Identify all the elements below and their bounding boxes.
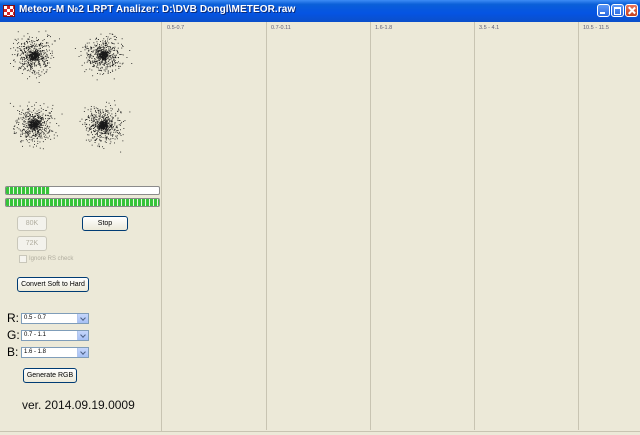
g-channel-value: 0.7 - 1.1 (24, 331, 47, 338)
r-channel-select[interactable]: 0.5 - 0.7 (21, 312, 89, 324)
chevron-down-icon[interactable] (77, 330, 88, 340)
close-icon[interactable] (625, 4, 638, 17)
ignore-rs-checkbox[interactable] (19, 255, 27, 263)
b-channel-value: 1.6 - 1.8 (24, 348, 47, 355)
b-label: B: (7, 345, 19, 359)
channel-panels: 0.5-0.7 0.7-0.11 1.6-1.8 3.5 - 4.1 10.5 … (161, 22, 640, 432)
channel-panel-2[interactable]: 0.7-0.11 (266, 22, 371, 430)
constellation-plot-3 (4, 95, 64, 155)
constellation-plot-2 (73, 25, 133, 85)
channel-header: 0.7-0.11 (271, 25, 291, 31)
convert-soft-to-hard-button[interactable]: Convert Soft to Hard (17, 277, 89, 292)
rate-80k-button[interactable]: 80K (17, 216, 47, 231)
app-icon (3, 5, 15, 17)
signal-progress-bar (5, 186, 160, 195)
stop-button[interactable]: Stop (82, 216, 128, 231)
channel-panel-3[interactable]: 1.6-1.8 (370, 22, 475, 430)
window-title: Meteor-M №2 LRPT Analizer: D:\DVB Dongl\… (19, 4, 296, 15)
constellation-plot-1 (4, 25, 64, 85)
signal-progress-fill (6, 187, 51, 194)
minimize-icon[interactable] (597, 4, 610, 17)
maximize-icon[interactable] (611, 4, 624, 17)
version-label: ver. 2014.09.19.0009 (22, 398, 135, 412)
g-channel-row: G: 0.7 - 1.1 (7, 328, 89, 342)
generate-rgb-button[interactable]: Generate RGB (23, 368, 77, 383)
g-label: G: (7, 328, 20, 342)
ignore-rs-label: Ignore RS check (29, 256, 74, 262)
decode-progress-fill (6, 199, 159, 206)
channel-panel-4[interactable]: 3.5 - 4.1 (474, 22, 579, 430)
rate-72k-button[interactable]: 72K (17, 236, 47, 251)
bottom-divider (0, 431, 640, 432)
channel-panel-1[interactable]: 0.5-0.7 (162, 22, 267, 430)
r-channel-row: R: 0.5 - 0.7 (7, 311, 89, 325)
chevron-down-icon[interactable] (77, 313, 88, 323)
ignore-rs-check[interactable]: Ignore RS check (19, 255, 73, 263)
channel-header: 3.5 - 4.1 (479, 25, 500, 31)
b-channel-row: B: 1.6 - 1.8 (7, 345, 89, 359)
chevron-down-icon[interactable] (77, 347, 88, 357)
b-channel-select[interactable]: 1.6 - 1.8 (21, 346, 89, 358)
r-label: R: (7, 311, 19, 325)
channel-panel-5[interactable]: 10.5 - 11.5 (578, 22, 640, 430)
r-channel-value: 0.5 - 0.7 (24, 314, 47, 321)
channel-header: 1.6-1.8 (375, 25, 393, 31)
constellation-plot-4 (73, 95, 133, 155)
title-bar[interactable]: Meteor-M №2 LRPT Analizer: D:\DVB Dongl\… (0, 0, 640, 22)
g-channel-select[interactable]: 0.7 - 1.1 (21, 329, 89, 341)
channel-header: 10.5 - 11.5 (583, 25, 609, 31)
decode-progress-bar (5, 198, 160, 207)
channel-header: 0.5-0.7 (167, 25, 185, 31)
